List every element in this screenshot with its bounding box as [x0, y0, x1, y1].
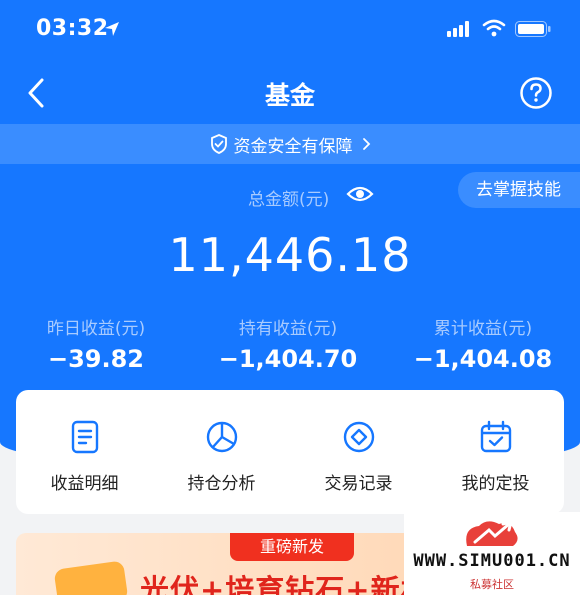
pie-chart-icon [205, 420, 239, 458]
action-holdings-analysis[interactable]: 持仓分析 [153, 390, 290, 514]
location-arrow-icon [103, 20, 121, 42]
action-trade-records[interactable]: 交易记录 [290, 390, 427, 514]
trade-record-icon [342, 420, 376, 458]
total-amount: 11,446.18 [168, 228, 412, 282]
promo-tag: 重磅新发 [230, 533, 354, 561]
watermark-text: WWW.SIMU001.CN [413, 551, 571, 571]
nav-bar: 基金 [0, 66, 580, 118]
eye-icon[interactable] [346, 183, 374, 209]
signal-icon [447, 21, 471, 41]
stat-label: 昨日收益(元) [46, 319, 146, 339]
stat-value: −1,404.08 [413, 345, 553, 373]
promo-text: 光伏+培育钻石+新材 [140, 573, 426, 595]
stat-label: 累计收益(元) [433, 319, 533, 339]
learn-skills-button[interactable]: 去掌握技能 [458, 172, 580, 208]
chevron-right-icon [361, 137, 371, 151]
stat-label: 持有收益(元) [238, 319, 338, 339]
action-label: 我的定投 [461, 474, 530, 494]
document-icon [69, 420, 101, 458]
action-card: 收益明细 持仓分析 交易记录 我的定投 [16, 390, 564, 514]
action-earnings-detail[interactable]: 收益明细 [16, 390, 153, 514]
wifi-icon [482, 19, 506, 41]
help-icon [520, 77, 552, 109]
total-amount-label: 总金额(元) [248, 190, 330, 210]
help-button[interactable] [519, 76, 553, 110]
security-text: 资金安全有保障 [233, 136, 353, 157]
action-my-auto-invest[interactable]: 我的定投 [427, 390, 564, 514]
calendar-check-icon [479, 420, 513, 458]
battery-icon [515, 21, 551, 41]
stat-value: −1,404.70 [218, 345, 358, 373]
watermark-logo [459, 514, 525, 556]
watermark-subtext: 私募社区 [470, 578, 514, 591]
promo-banner[interactable]: 重磅新发 光伏+培育钻石+新材 [16, 533, 426, 595]
coin-icon [53, 560, 129, 595]
stat-value: −39.82 [47, 345, 145, 373]
watermark: WWW.SIMU001.CN 私募社区 [404, 512, 580, 595]
security-banner[interactable]: 资金安全有保障 [0, 124, 580, 164]
stat-holding-earnings: 持有收益(元) −1,404.70 [198, 314, 378, 373]
status-time: 03:32 [36, 16, 109, 41]
shield-icon [210, 134, 228, 154]
stat-yesterday-earnings: 昨日收益(元) −39.82 [6, 314, 186, 373]
action-label: 持仓分析 [187, 474, 256, 494]
action-label: 收益明细 [50, 474, 119, 494]
stat-cumulative-earnings: 累计收益(元) −1,404.08 [393, 314, 573, 373]
status-bar: 03:32 [0, 0, 580, 60]
page-title: 基金 [264, 81, 315, 110]
action-label: 交易记录 [324, 474, 393, 494]
